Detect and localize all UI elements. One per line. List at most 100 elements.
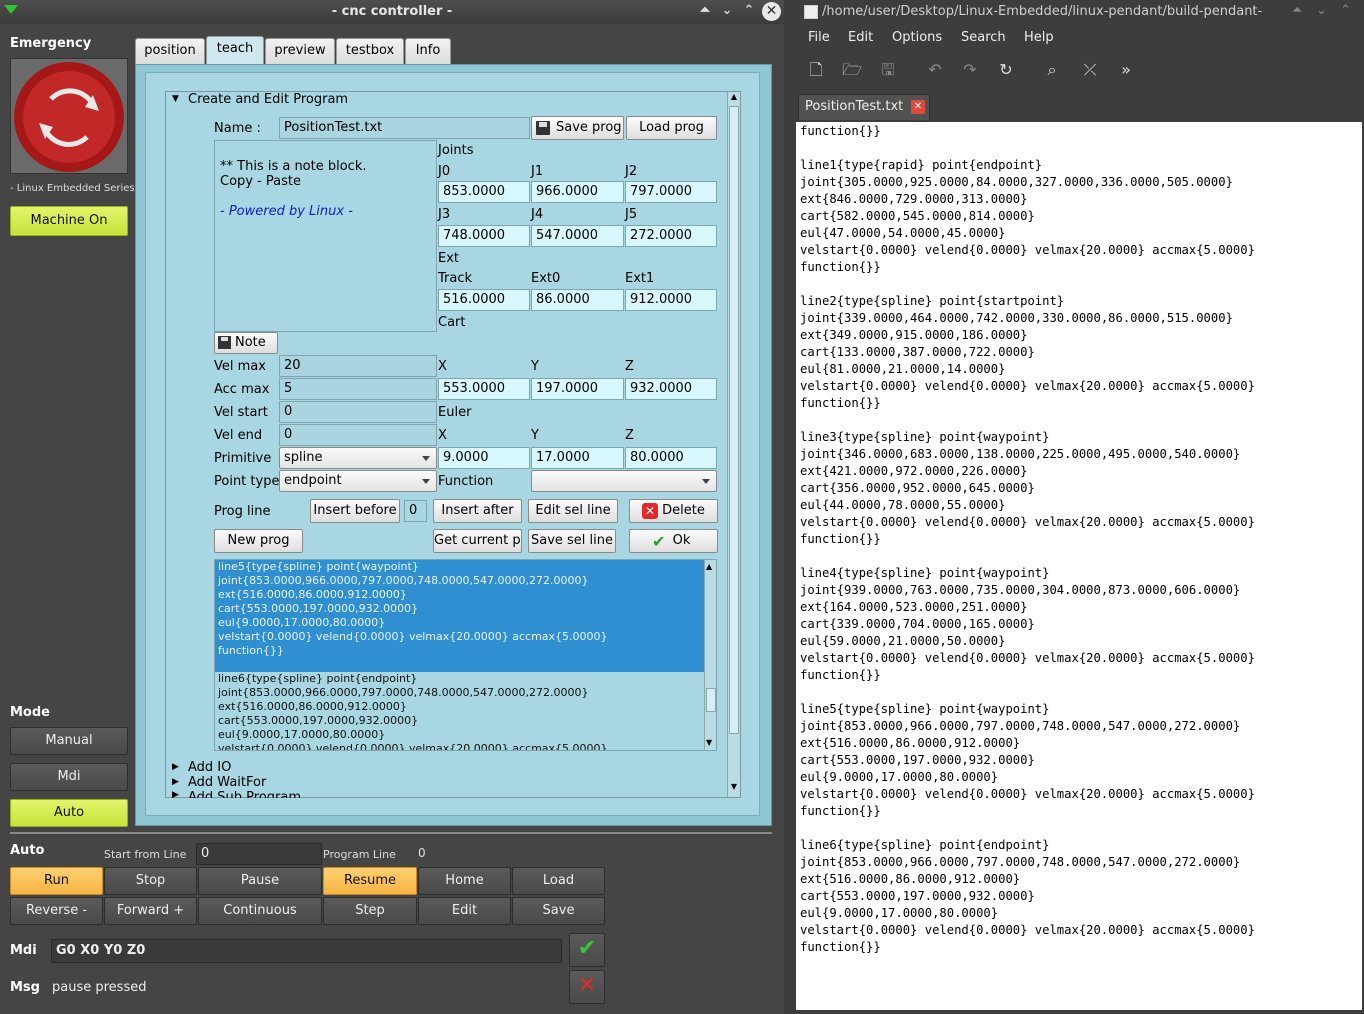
add-sub-item[interactable]: Add Sub Program — [188, 790, 301, 798]
add-io-item[interactable]: Add IO — [188, 760, 231, 775]
teach-scrollbar[interactable]: ▲ ▼ — [727, 92, 740, 797]
cart-y-field[interactable]: 197.0000 — [531, 378, 624, 400]
mode-manual-button[interactable]: Manual — [10, 727, 128, 755]
scroll-thumb[interactable] — [706, 688, 716, 712]
load-button[interactable]: Load — [512, 867, 605, 895]
euler-z-field[interactable]: 80.0000 — [625, 447, 717, 469]
open-folder-icon[interactable]: 🗁 — [842, 60, 862, 80]
load-prog-button[interactable]: Load prog — [626, 116, 717, 140]
resume-button[interactable]: Resume — [323, 867, 417, 895]
program-list[interactable]: line5{type{spline} point{waypoint} joint… — [214, 559, 717, 751]
j4-field[interactable]: 547.0000 — [531, 225, 624, 247]
menu-options[interactable]: Options — [892, 30, 942, 45]
menu-file[interactable]: File — [808, 30, 830, 45]
list-scrollbar[interactable]: ▲ ▼ — [704, 560, 716, 750]
point-type-select[interactable]: endpoint — [279, 470, 437, 492]
insert-after-button[interactable]: Insert after — [433, 499, 522, 523]
expand-closed-icon[interactable]: ▶ — [172, 777, 179, 787]
add-waitfor-item[interactable]: Add WaitFor — [188, 775, 266, 790]
maximize-icon[interactable]: ⌃ — [740, 3, 758, 18]
new-prog-button[interactable]: New prog — [214, 529, 303, 553]
minimize-icon[interactable]: ⌄ — [1316, 3, 1327, 18]
continuous-button[interactable]: Continuous — [198, 897, 322, 925]
edit-button[interactable]: Edit — [418, 897, 511, 925]
shade-icon[interactable]: ⏶ — [1292, 3, 1302, 18]
redo-icon[interactable]: ↷ — [960, 60, 980, 80]
undo-icon[interactable]: ↶ — [925, 60, 945, 80]
more-icon[interactable]: » — [1116, 60, 1136, 80]
new-file-icon[interactable]: 🗋 — [806, 60, 826, 80]
list-item-selected[interactable]: line5{type{spline} point{waypoint} joint… — [215, 560, 716, 672]
mdi-execute-button[interactable]: ✔ — [569, 933, 605, 967]
edit-sel-line-button[interactable]: Edit sel line — [528, 499, 618, 523]
expand-closed-icon[interactable]: ▶ — [172, 790, 179, 798]
reload-icon[interactable]: ↻ — [996, 60, 1016, 80]
tab-position[interactable]: position — [135, 38, 205, 64]
run-button[interactable]: Run — [10, 867, 103, 895]
tab-preview[interactable]: preview — [265, 38, 335, 64]
scroll-down-icon[interactable]: ▼ — [706, 736, 712, 750]
j5-field[interactable]: 272.0000 — [625, 225, 717, 247]
save-button[interactable]: Save — [512, 897, 605, 925]
tab-info[interactable]: Info — [405, 38, 451, 64]
tab-testbox[interactable]: testbox — [336, 38, 404, 64]
mode-mdi-button[interactable]: Mdi — [10, 763, 128, 791]
menu-edit[interactable]: Edit — [848, 30, 873, 45]
menu-help[interactable]: Help — [1024, 30, 1054, 45]
save-sel-line-button[interactable]: Save sel line — [528, 529, 616, 553]
cart-z-field[interactable]: 932.0000 — [625, 378, 717, 400]
start-from-line-field[interactable]: 0 — [196, 843, 322, 865]
machine-on-button[interactable]: Machine On — [10, 206, 128, 236]
mdi-input[interactable]: G0 X0 Y0 Z0 — [51, 939, 562, 963]
primitive-select[interactable]: spline — [279, 447, 437, 469]
close-icon[interactable]: ✕ — [762, 2, 781, 21]
save-prog-button[interactable]: Save prog — [531, 116, 624, 140]
j2-field[interactable]: 797.0000 — [625, 181, 717, 203]
line-number-spin[interactable]: 0 — [404, 500, 427, 522]
euler-y-field[interactable]: 17.0000 — [531, 447, 624, 469]
track-field[interactable]: 516.0000 — [438, 289, 530, 311]
program-name-field[interactable]: PositionTest.txt — [279, 117, 530, 139]
function-select[interactable] — [531, 470, 717, 492]
ok-button[interactable]: ✔ Ok — [629, 529, 718, 553]
scroll-down-icon[interactable]: ▼ — [729, 782, 739, 796]
scroll-up-icon[interactable]: ▲ — [706, 560, 712, 574]
ext1-field[interactable]: 912.0000 — [625, 289, 717, 311]
j1-field[interactable]: 966.0000 — [531, 181, 624, 203]
step-button[interactable]: Step — [323, 897, 417, 925]
acc-max-field[interactable]: 5 — [279, 378, 437, 400]
home-button[interactable]: Home — [418, 867, 511, 895]
stop-button[interactable]: Stop — [104, 867, 197, 895]
file-tab[interactable]: PositionTest.txt ✕ — [798, 94, 930, 120]
close-tab-icon[interactable]: ✕ — [911, 100, 925, 114]
scroll-up-icon[interactable]: ▲ — [729, 92, 739, 106]
expand-open-icon[interactable]: ▼ — [172, 94, 179, 104]
shade-icon[interactable]: ⏶ — [696, 3, 714, 18]
msg-clear-button[interactable]: ✕ — [569, 970, 605, 1004]
expand-closed-icon[interactable]: ▶ — [172, 762, 179, 772]
vel-start-field[interactable]: 0 — [279, 401, 437, 423]
ext0-field[interactable]: 86.0000 — [531, 289, 624, 311]
vel-end-field[interactable]: 0 — [279, 424, 437, 446]
reverse-button[interactable]: Reverse - — [10, 897, 103, 925]
search-icon[interactable]: ⌕ — [1042, 60, 1062, 80]
note-button[interactable]: Note — [214, 332, 278, 354]
menu-search[interactable]: Search — [961, 30, 1006, 45]
maximize-icon[interactable]: ⌃ — [1340, 3, 1351, 18]
get-current-pos-button[interactable]: Get current pos — [433, 529, 522, 553]
vel-max-field[interactable]: 20 — [279, 355, 437, 377]
mode-auto-button[interactable]: Auto — [10, 799, 128, 827]
forward-button[interactable]: Forward + — [104, 897, 197, 925]
emergency-button[interactable] — [10, 58, 128, 174]
search-replace-icon[interactable]: ⤫ — [1080, 60, 1100, 80]
j3-field[interactable]: 748.0000 — [438, 225, 530, 247]
insert-before-button[interactable]: Insert before — [310, 499, 400, 523]
save-icon[interactable]: 🖫 — [878, 60, 898, 80]
tab-teach[interactable]: teach — [206, 36, 264, 66]
scroll-thumb[interactable] — [729, 106, 739, 734]
list-item[interactable]: line6{type{spline} point{endpoint} joint… — [215, 672, 716, 750]
euler-x-field[interactable]: 9.0000 — [438, 447, 530, 469]
j0-field[interactable]: 853.0000 — [438, 181, 530, 203]
editor-text-area[interactable]: function{}} line1{type{rapid} point{endp… — [796, 122, 1362, 1010]
minimize-icon[interactable]: ⌄ — [718, 3, 736, 18]
